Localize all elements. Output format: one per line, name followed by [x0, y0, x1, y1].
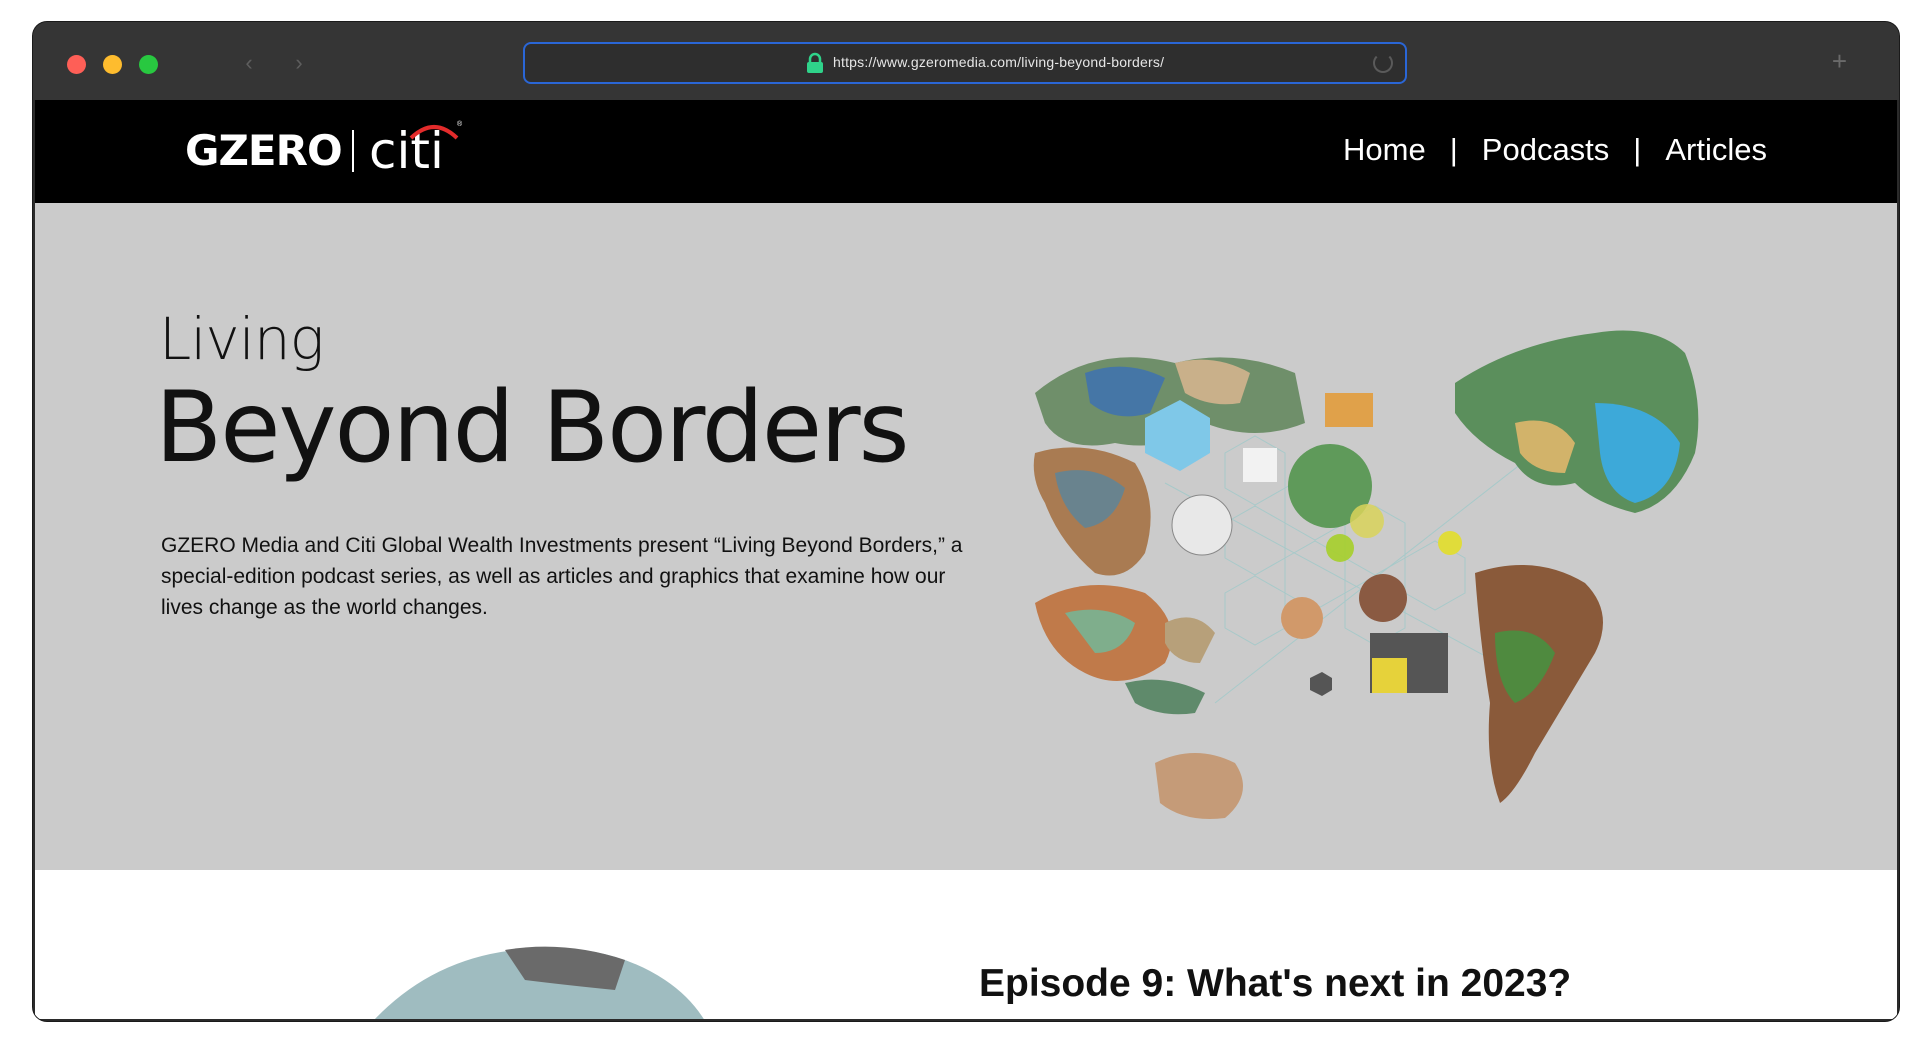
hero-section: Living Beyond Borders GZERO Media and Ci… [35, 203, 1897, 870]
svg-text:®: ® [457, 120, 463, 128]
hero-title-line2: Beyond Borders [155, 371, 910, 485]
main-nav: Home | Podcasts | Articles [1343, 132, 1767, 168]
web-page: GZERO citi ® Home | Podcasts | Articles … [35, 100, 1897, 1019]
zoom-window-button[interactable] [139, 55, 158, 74]
gzero-logo[interactable]: GZERO [185, 126, 343, 175]
nav-home[interactable]: Home [1343, 132, 1426, 168]
nav-separator: | [1449, 132, 1458, 167]
nav-separator: | [1633, 132, 1642, 167]
nav-podcasts[interactable]: Podcasts [1482, 132, 1610, 168]
minimize-window-button[interactable] [103, 55, 122, 74]
world-map-collage-image [1033, 330, 1699, 819]
back-icon[interactable]: ‹ [239, 50, 259, 76]
new-tab-icon[interactable]: + [1832, 46, 1847, 77]
lock-icon [807, 52, 823, 73]
reload-icon[interactable] [1373, 53, 1393, 73]
citi-arc-icon: ® [409, 120, 463, 140]
logo-divider [352, 130, 354, 172]
browser-toolbar: ‹ › https://www.gzeromedia.com/living-be… [33, 22, 1899, 100]
episode-section: Episode 9: What's next in 2023? [35, 870, 1897, 1019]
address-bar[interactable]: https://www.gzeromedia.com/living-beyond… [523, 42, 1407, 84]
hero-title-line1: Living [159, 305, 324, 373]
close-window-button[interactable] [67, 55, 86, 74]
browser-window: ‹ › https://www.gzeromedia.com/living-be… [33, 22, 1899, 1021]
nav-articles[interactable]: Articles [1665, 132, 1767, 168]
url-text: https://www.gzeromedia.com/living-beyond… [833, 54, 1165, 70]
episode-title[interactable]: Episode 9: What's next in 2023? [979, 962, 1571, 1006]
forward-icon[interactable]: › [289, 50, 309, 76]
hero-description: GZERO Media and Citi Global Wealth Inves… [161, 534, 963, 619]
site-header: GZERO citi ® Home | Podcasts | Articles [35, 100, 1897, 203]
episode-thumbnail-image[interactable] [365, 940, 785, 1019]
